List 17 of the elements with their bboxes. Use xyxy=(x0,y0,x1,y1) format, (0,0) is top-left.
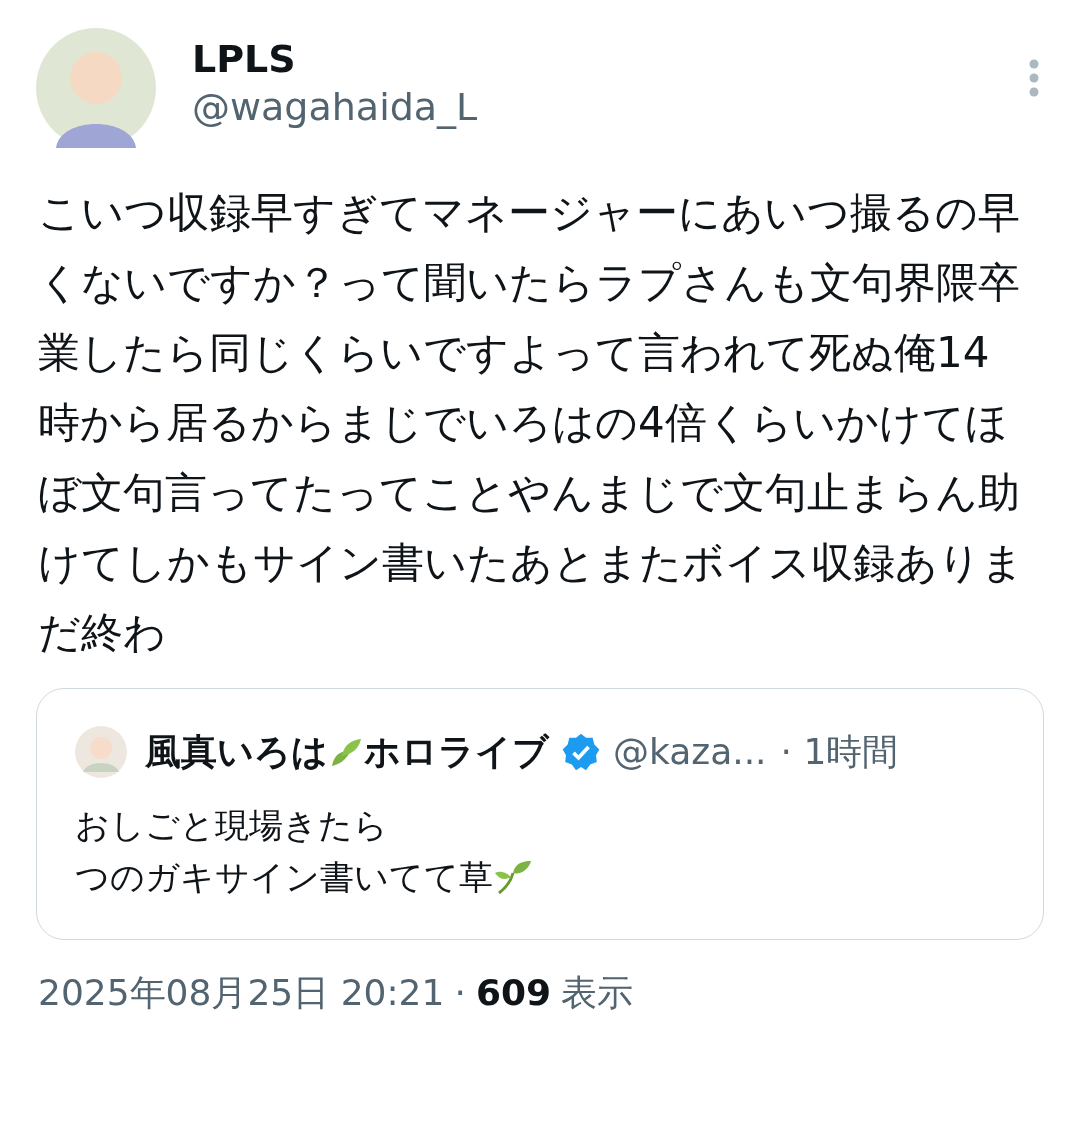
quote-text: おしごと現場きたら xyxy=(75,804,388,847)
quote-text: つのガキサイン書いてて草 xyxy=(75,856,493,899)
quote-author-name: 風真いろは xyxy=(145,730,328,774)
views-label: 表示 xyxy=(561,971,634,1015)
avatar[interactable] xyxy=(36,28,156,148)
quote-avatar xyxy=(75,726,127,778)
quote-author-name: ホロライブ xyxy=(364,730,549,774)
more-icon[interactable] xyxy=(1028,58,1040,98)
quote-author-handle: @kaza... xyxy=(613,730,767,774)
author-handle: @wagahaida_L xyxy=(192,84,479,131)
view-count: 609 xyxy=(475,971,552,1015)
quote-time: · 1時間 xyxy=(780,730,899,774)
author-name: LPLS xyxy=(192,36,297,82)
post-timestamp: 2025年08月25日 20:21 xyxy=(38,971,445,1015)
quote-card[interactable]: 風真いろは ホロライブ @kaza... · 1時間 おしごと現場きたら つのガキサイン書いてて草 xyxy=(36,688,1044,940)
tweet-text: こいつ収録早すぎてマネージャーにあいつ撮るの早くないですか？って聞いたらラプさんも文句界隈卒業したら同じくらいですよって言われて死ぬ俺14時から居るからまじでいろはの4倍くらいかけてほぼ文句言ってたってことやんまじで文句止まらん助けてしかもサイン書いたあとまたボイス収録ありまだ終わ xyxy=(38,187,1025,659)
separator-dot: · xyxy=(454,971,466,1015)
